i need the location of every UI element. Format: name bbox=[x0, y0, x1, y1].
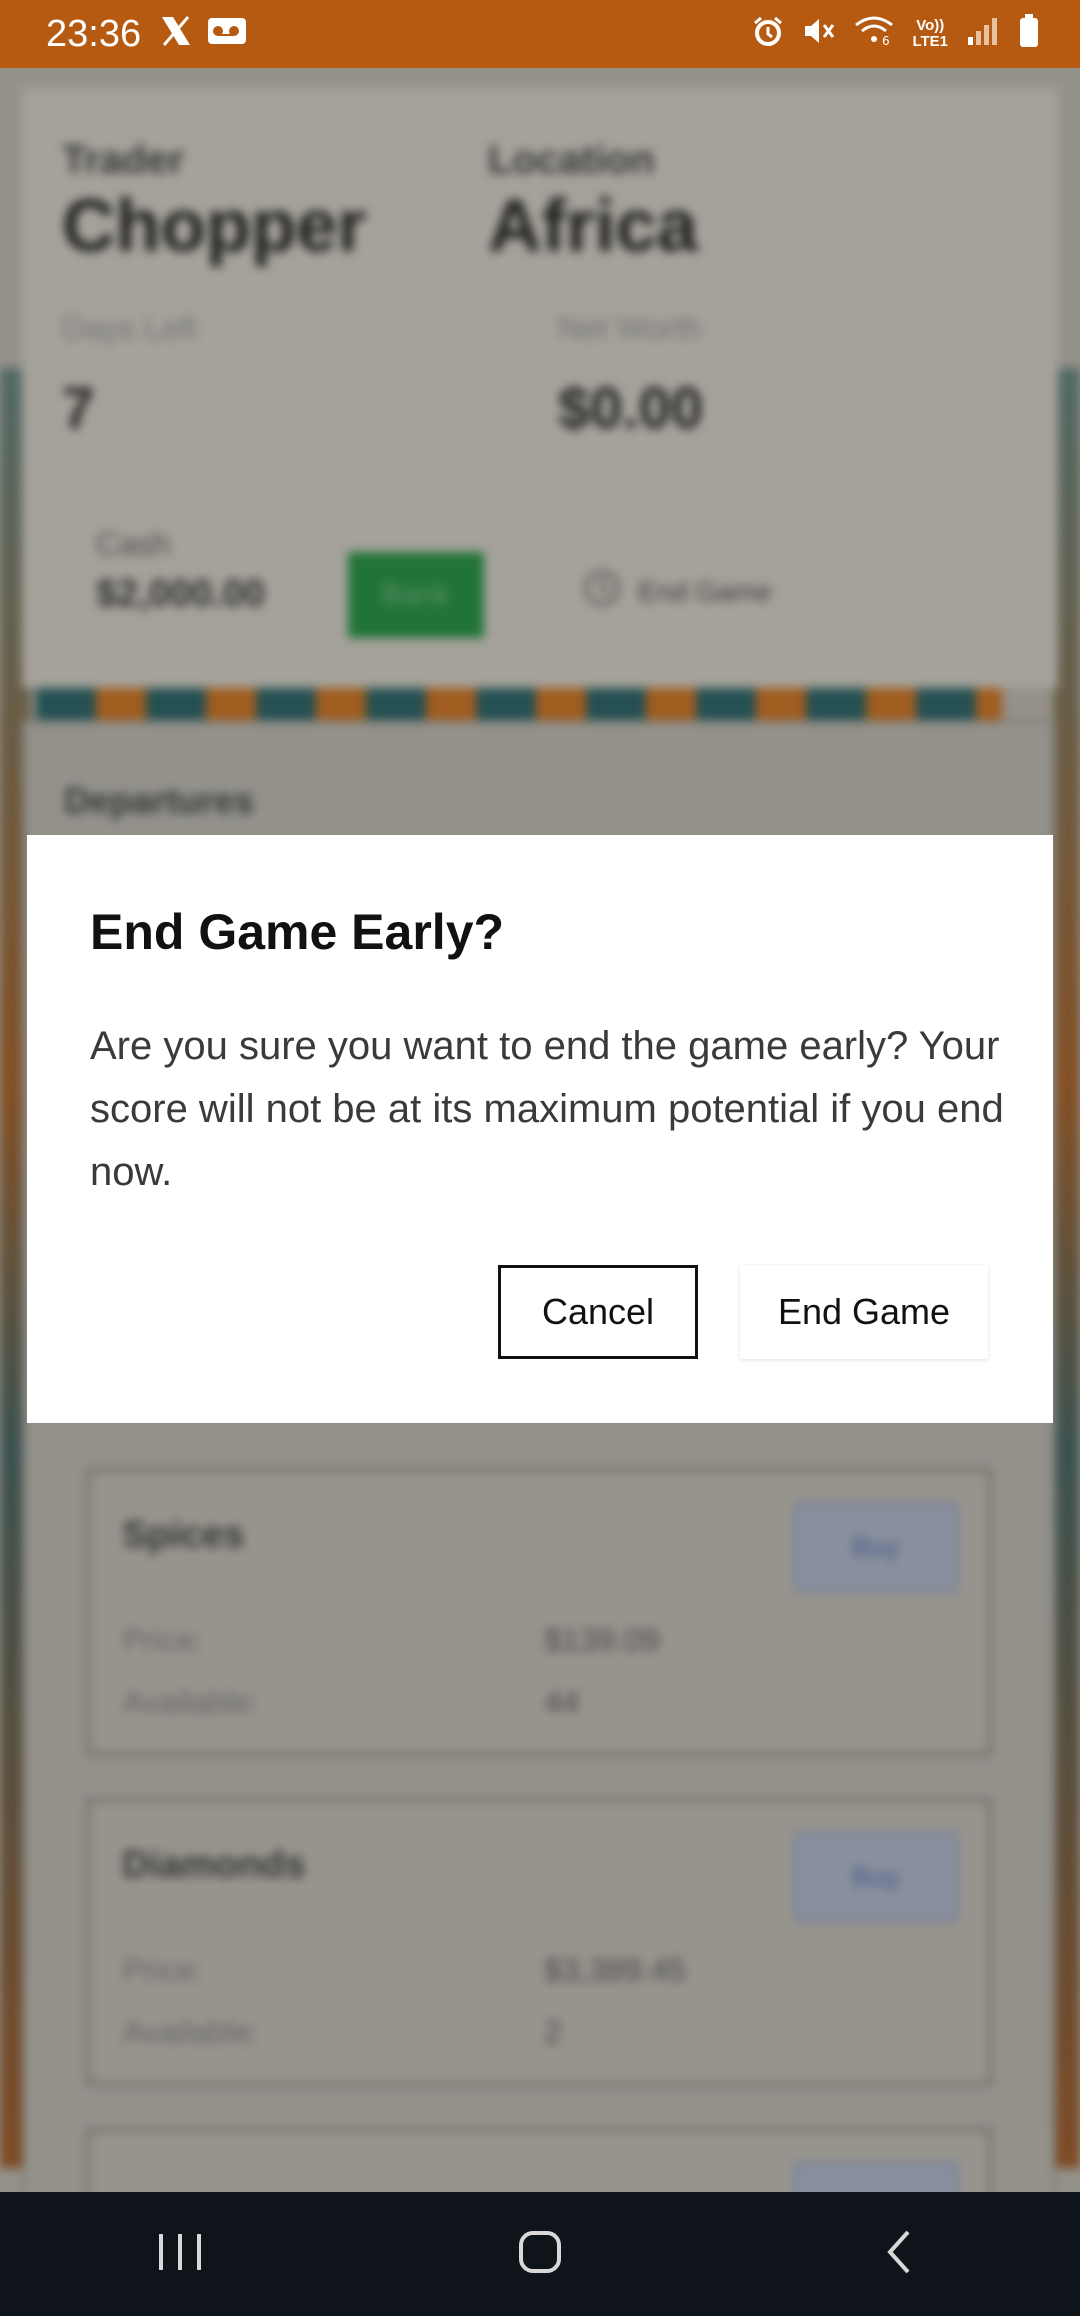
status-left-icons bbox=[159, 15, 247, 53]
end-game-button[interactable]: End Game bbox=[740, 1265, 988, 1359]
end-game-dialog: End Game Early? Are you sure you want to… bbox=[27, 835, 1053, 1423]
cancel-button[interactable]: Cancel bbox=[498, 1265, 698, 1359]
mute-icon bbox=[802, 15, 836, 53]
battery-icon bbox=[1018, 14, 1040, 54]
back-button[interactable] bbox=[840, 2209, 960, 2299]
status-right-icons: 6 Vo)) LTE1 bbox=[752, 14, 1040, 54]
alarm-icon bbox=[752, 15, 784, 53]
recent-apps-icon bbox=[155, 2230, 205, 2279]
home-button[interactable] bbox=[480, 2209, 600, 2299]
wifi-icon: 6 bbox=[854, 15, 894, 53]
voicemail-icon bbox=[207, 15, 247, 53]
navigation-bar bbox=[0, 2192, 1080, 2316]
x-icon bbox=[159, 15, 193, 53]
signal-icon bbox=[966, 15, 1000, 53]
status-time: 23:36 bbox=[46, 12, 142, 55]
status-bar: 23:36 6 Vo)) LTE1 bbox=[0, 0, 1080, 68]
svg-text:6: 6 bbox=[882, 34, 890, 47]
volte-icon: Vo)) LTE1 bbox=[912, 17, 948, 50]
back-icon bbox=[880, 2228, 920, 2281]
home-icon bbox=[516, 2228, 564, 2281]
dialog-title: End Game Early? bbox=[90, 904, 505, 960]
recent-apps-button[interactable] bbox=[120, 2209, 240, 2299]
dialog-message: Are you sure you want to end the game ea… bbox=[90, 1024, 1004, 1194]
